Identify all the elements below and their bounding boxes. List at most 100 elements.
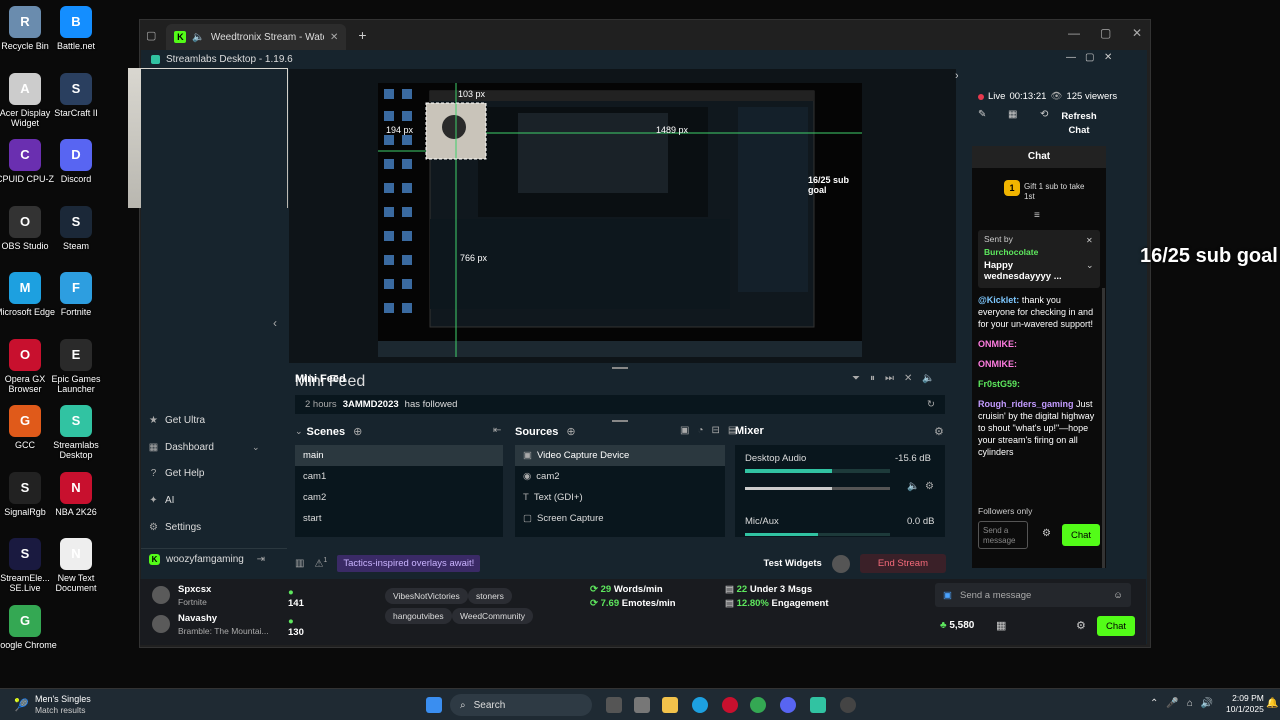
close-icon[interactable]: ✕ (1132, 26, 1142, 40)
taskbar-search[interactable]: ⌕ Search (450, 694, 592, 716)
volume-icon[interactable]: 🔈 (922, 373, 934, 384)
desktop-shortcut[interactable]: N New Text Document (44, 538, 108, 593)
sl-maximize-icon[interactable]: ▢ (1085, 52, 1094, 63)
promo-banner[interactable]: Tactics-inspired overlays await! (337, 555, 481, 572)
chat-message[interactable]: Fr0stG59: (978, 378, 1100, 390)
end-stream-button[interactable]: End Stream (859, 554, 946, 573)
desktop-shortcut[interactable]: S Streamlabs Desktop (44, 405, 108, 460)
desktop-audio-mute-icon[interactable]: 🔈 (907, 481, 919, 492)
source-lock-icon[interactable]: ◔ (697, 425, 703, 436)
source-group-icon[interactable]: ⊟ (712, 425, 720, 436)
minimize-icon[interactable]: — (1068, 26, 1080, 40)
sidebar-item-get-help[interactable]: ? Get Help (148, 468, 205, 479)
chat-user[interactable]: Rough_riders_gaming (978, 399, 1074, 409)
sidebar-item-dashboard[interactable]: ▦ Dashboard ⌄ (148, 442, 260, 453)
discord-taskbar-icon[interactable] (780, 697, 796, 713)
streamlabs-taskbar-icon[interactable] (810, 697, 826, 713)
edge-taskbar-icon[interactable] (692, 697, 708, 713)
tab-actions-icon[interactable]: ▢ (146, 29, 156, 42)
source-item[interactable]: ◉ cam2 (515, 466, 725, 487)
source-item[interactable]: ▣ Video Capture Device (515, 445, 725, 466)
chat-user[interactable]: ONMIKE: (978, 359, 1017, 369)
sidebar-item-ai[interactable]: ✦ AI (148, 495, 174, 506)
channel-points[interactable]: ♣ 5,580 (940, 620, 974, 631)
source-item[interactable]: T Text (GDI+) (515, 487, 725, 508)
gift-sub-prompt[interactable]: Gift 1 sub to take 1st (1024, 182, 1094, 202)
desktop-shortcut[interactable]: N NBA 2K26 (44, 471, 108, 517)
kick-chat-settings-icon[interactable]: ⚙ (1076, 619, 1086, 632)
refresh-chat-button[interactable]: Refresh Chat (1054, 110, 1104, 138)
scene-transition-icon[interactable]: ⇤ (493, 425, 501, 436)
stream-tag[interactable]: VibesNotVictories (385, 588, 468, 604)
sidebar-item-settings[interactable]: ⚙ Settings (148, 522, 201, 533)
source-item[interactable]: ▢ Screen Capture (515, 508, 725, 529)
sidebar-item-get-ultra[interactable]: ★ Get Ultra (148, 415, 205, 426)
refresh-feed-icon[interactable]: ↻ (927, 399, 935, 410)
chat-message[interactable]: ONMIKE: (978, 358, 1100, 370)
popout-icon[interactable]: ▦ (1008, 109, 1017, 120)
network-icon[interactable]: ⌂ (1187, 698, 1193, 709)
desktop-shortcut[interactable]: S StarCraft II (44, 72, 108, 118)
scene-item[interactable]: start (295, 508, 503, 529)
task-view-icon[interactable] (606, 697, 622, 713)
chat-message[interactable]: @Kicklet: thank you everyone for checkin… (978, 294, 1100, 330)
edit-stream-icon[interactable]: ✎ (978, 109, 986, 120)
desktop-audio-slider[interactable] (745, 487, 890, 490)
chat-user[interactable]: @Kicklet: (978, 295, 1019, 305)
chat-menu-icon[interactable]: ≡ (1034, 210, 1040, 221)
chat-user[interactable]: ONMIKE: (978, 339, 1017, 349)
file-explorer-icon[interactable] (662, 697, 678, 713)
mic-tray-icon[interactable]: 🎤 (1166, 698, 1178, 709)
scene-item[interactable]: main (295, 445, 503, 466)
collapse-icon[interactable]: ⌄ (295, 426, 303, 437)
sl-close-icon[interactable]: ✕ (1104, 52, 1112, 63)
opera-taskbar-icon[interactable] (722, 697, 738, 713)
notification-bell-icon[interactable]: 🔔 (1266, 698, 1278, 709)
browser-tab[interactable]: K 🔈 Weedtronix Stream - Watch ✕ (166, 24, 347, 50)
pause-icon[interactable]: ⏸ (870, 373, 875, 384)
source-properties-icon[interactable]: ▣ (680, 425, 689, 436)
add-scene-icon[interactable]: ⊕ (353, 425, 362, 438)
chat-input[interactable]: Send a message (978, 521, 1028, 549)
feed-user[interactable]: 3AMMD2023 (343, 399, 399, 410)
desktop-shortcut[interactable]: S Steam (44, 205, 108, 251)
preview-canvas[interactable]: 103 px 194 px 1489 px 766 px 16/25 sub g… (378, 83, 862, 357)
chat-user[interactable]: Fr0stG59: (978, 379, 1020, 389)
test-widgets-button[interactable]: Test Widgets (764, 558, 822, 569)
desktop-shortcut[interactable]: D Discord (44, 139, 108, 184)
logout-icon[interactable]: ⇥ (257, 554, 265, 565)
start-icon[interactable] (426, 697, 442, 713)
chat-send-button[interactable]: Chat (1062, 524, 1100, 546)
account-row[interactable]: K woozyfamgaming ⇥ (141, 548, 287, 570)
stream-tag[interactable]: stoners (468, 588, 512, 604)
scene-item[interactable]: cam2 (295, 487, 503, 508)
gift-icon[interactable]: ▦ (996, 619, 1006, 632)
mixer-settings-icon[interactable]: ⚙ (934, 425, 944, 438)
stream-tag[interactable]: hangoutvibes (385, 608, 452, 624)
alerts-icon[interactable]: ⚠1 (314, 557, 327, 569)
unpin-icon[interactable]: ✕ (1086, 236, 1093, 245)
speaker-icon[interactable]: 🔈 (192, 32, 204, 43)
kick-chat-button[interactable]: Chat (1097, 616, 1135, 636)
collapse-sidebar-icon[interactable]: ‹ (273, 316, 277, 330)
desktop-audio-settings-icon[interactable]: ⚙ (925, 481, 934, 492)
kick-chat-input[interactable]: ▣ Send a message ☺ (935, 583, 1131, 607)
add-source-icon[interactable]: ⊕ (566, 425, 575, 438)
obs-taskbar-icon[interactable] (840, 697, 856, 713)
chat-message[interactable]: Rough_riders_gaming Just cruisin' by the… (978, 398, 1100, 458)
skip-icon[interactable]: ⏭ (885, 373, 894, 384)
resize-handle-2[interactable] (612, 420, 628, 422)
rec-icon[interactable] (831, 554, 850, 573)
desktop-shortcut[interactable]: E Epic Games Launcher (44, 338, 108, 394)
desktop-shortcut[interactable]: B Battle.net (44, 6, 108, 51)
maximize-icon[interactable]: ▢ (1100, 26, 1111, 40)
stats-icon[interactable]: ▥ (295, 558, 304, 569)
resize-handle[interactable] (612, 367, 628, 369)
chat-scrollbar[interactable] (1102, 288, 1105, 568)
widgets-icon[interactable] (634, 697, 650, 713)
desktop-shortcut[interactable]: F Fortnite (44, 272, 108, 317)
filter-icon[interactable]: ⏷ (852, 373, 860, 384)
chevron-down-icon[interactable]: ⌄ (252, 442, 260, 453)
volume-tray-icon[interactable]: 🔊 (1201, 698, 1213, 709)
emote-icon[interactable]: ☺ (1113, 590, 1123, 601)
